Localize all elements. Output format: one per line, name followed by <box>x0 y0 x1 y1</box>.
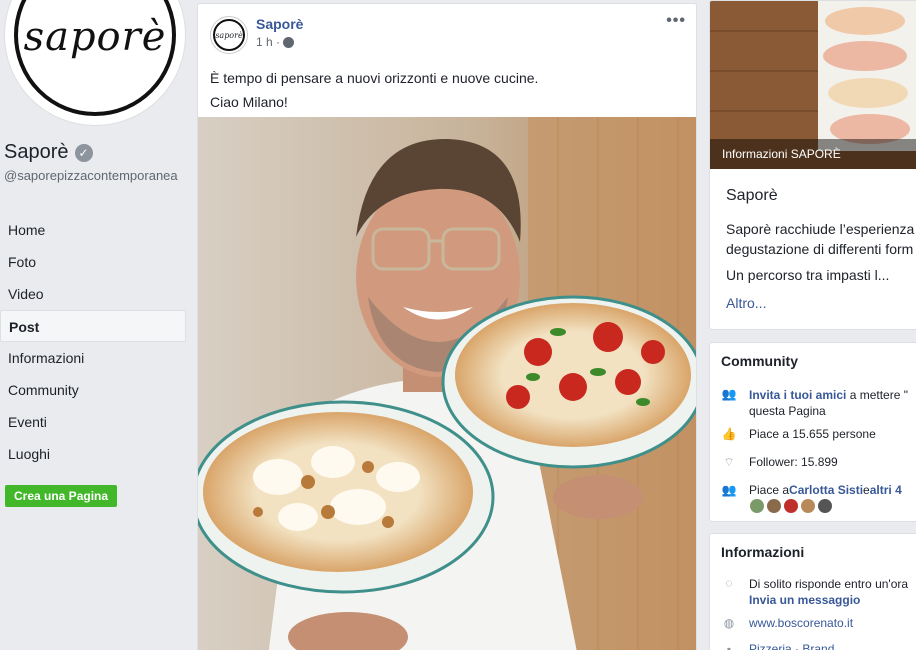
category-row: ▪ Pizzeria · Brand <box>721 642 835 650</box>
info-title: Informazioni <box>721 544 805 560</box>
thumbs-up-icon: 👍 <box>721 427 737 441</box>
send-message-link[interactable]: Invia un messaggio <box>749 593 860 607</box>
about-image-label: Informazioni SAPORÈ <box>722 147 841 161</box>
invite-friends-link[interactable]: Invita i tuoi amici <box>749 388 846 402</box>
nav-item-luoghi[interactable]: Luoghi <box>0 438 186 470</box>
followers-row: ⌔ Follower: 15.899 <box>721 455 838 469</box>
post-text: È tempo di pensare a nuovi orizzonti e n… <box>210 66 538 114</box>
avatar[interactable] <box>801 499 815 513</box>
invite-rest: a mettere " <box>846 388 908 402</box>
friends-suffix: e <box>863 483 870 497</box>
logo-text: saporè <box>23 14 167 60</box>
post-meta: Saporè 1 h · <box>256 16 303 54</box>
logo-circle: saporè <box>14 0 176 116</box>
about-title: Saporè <box>726 187 778 204</box>
rss-icon: ⌔ <box>723 455 735 469</box>
about-desc-line: Un percorso tra impasti l... <box>726 267 890 283</box>
post-text-line: Ciao Milano! <box>210 94 288 110</box>
invite-friends-icon: 👥 <box>721 387 737 401</box>
likes-row: 👍 Piace a 15.655 persone <box>721 427 876 441</box>
friends-prefix: Piace a <box>749 483 790 497</box>
post-author[interactable]: Saporè <box>256 16 303 32</box>
avatar[interactable] <box>784 499 798 513</box>
nav-item-informazioni[interactable]: Informazioni <box>0 342 186 374</box>
messenger-icon: ◌ <box>725 576 733 590</box>
create-page-button[interactable]: Crea una Pagina <box>5 485 118 507</box>
right-hand <box>553 475 643 519</box>
nav-item-eventi[interactable]: Eventi <box>0 406 186 438</box>
likes-count: Piace a 15.655 persone <box>749 427 876 441</box>
website-row: ◍ www.boscorenato.it <box>721 616 853 630</box>
about-cover-photo[interactable] <box>710 1 916 169</box>
about-card: Informazioni SAPORÈ Saporè Saporè racchi… <box>709 0 916 330</box>
invite-line2: questa Pagina <box>749 404 826 418</box>
page-title[interactable]: Saporè ✓ <box>4 141 93 164</box>
category-link[interactable]: Pizzeria · Brand <box>749 642 834 650</box>
profile-picture[interactable]: saporè <box>4 0 186 126</box>
community-card: Community 👥 Invita i tuoi amici a metter… <box>709 342 916 522</box>
post-time-text: 1 h · <box>256 35 281 49</box>
info-card: Informazioni ◌ Di solito risponde entro … <box>709 533 916 650</box>
invite-row: 👥 Invita i tuoi amici a mettere " questa… <box>721 387 908 419</box>
page-username[interactable]: @saporepizzacontemporanea <box>4 168 186 184</box>
friend-name-link[interactable]: Carlotta Sisti <box>789 483 863 497</box>
post-timestamp[interactable]: 1 h · <box>256 35 303 49</box>
more-options-icon[interactable]: ••• <box>666 12 686 30</box>
page-name: Saporè <box>4 141 69 163</box>
left-column: saporè Saporè ✓ @saporepizzacontemporane… <box>0 0 190 650</box>
nav-item-post[interactable]: Post <box>0 310 186 342</box>
avatar[interactable] <box>818 499 832 513</box>
avatar[interactable] <box>767 499 781 513</box>
post-photo[interactable] <box>198 117 697 650</box>
nav-item-video[interactable]: Video <box>0 278 186 310</box>
nav-item-community[interactable]: Community <box>0 374 186 406</box>
about-desc-line: degustazione di differenti form <box>726 241 914 257</box>
avatar[interactable] <box>750 499 764 513</box>
about-more-link[interactable]: Altro... <box>726 295 766 311</box>
post-text-line: È tempo di pensare a nuovi orizzonti e n… <box>210 70 539 86</box>
post-card: saporè Saporè 1 h · ••• È tempo di pensa… <box>197 3 697 650</box>
friends-row: 👥 Piace a Carlotta Sisti e altri 4 <box>721 483 902 497</box>
friends-icon: 👥 <box>721 483 737 497</box>
tag-icon: ▪ <box>726 642 732 650</box>
about-desc-line: Saporè racchiude l’esperienza <box>726 221 915 237</box>
globe-icon <box>283 36 295 48</box>
page-nav: Home Foto Video Post Informazioni Commun… <box>0 214 186 470</box>
community-title: Community <box>721 353 798 369</box>
website-link[interactable]: www.boscorenato.it <box>749 616 853 630</box>
left-pizza <box>203 412 473 572</box>
post-avatar[interactable]: saporè <box>210 16 248 54</box>
about-description: Saporè racchiude l’esperienza degustazio… <box>726 219 916 259</box>
nav-item-home[interactable]: Home <box>0 214 186 246</box>
followers-count: Follower: 15.899 <box>749 455 838 469</box>
post-avatar-logo: saporè <box>213 19 245 51</box>
globe-icon: ◍ <box>723 616 735 630</box>
response-row: ◌ Di solito risponde entro un'ora Invia … <box>721 576 908 608</box>
friends-more-link[interactable]: altri 4 <box>870 483 902 497</box>
nav-item-foto[interactable]: Foto <box>0 246 186 278</box>
friends-avatars <box>750 499 832 513</box>
post-header: saporè Saporè 1 h · <box>210 16 303 54</box>
verified-icon: ✓ <box>74 143 93 162</box>
response-time: Di solito risponde entro un'ora <box>749 577 909 591</box>
